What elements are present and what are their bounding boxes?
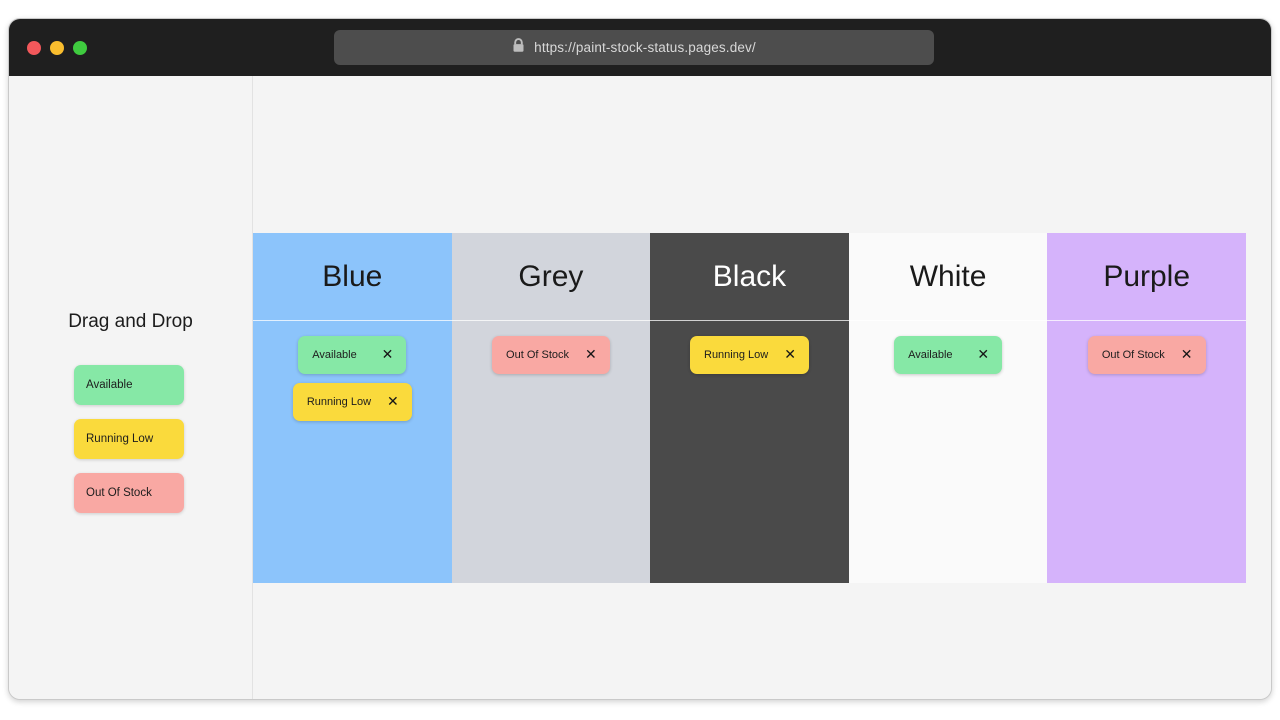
sidebar: Drag and Drop Available Running Low Out …	[9, 76, 253, 699]
status-chip-label: Running Low	[704, 349, 769, 361]
column-header-blue: Blue	[253, 233, 452, 321]
column-blue[interactable]: Blue Available ✕ Running Low ✕	[253, 233, 452, 583]
close-icon[interactable]: ✕	[585, 348, 597, 362]
page-content: Drag and Drop Available Running Low Out …	[9, 76, 1271, 699]
browser-window: https://paint-stock-status.pages.dev/ Dr…	[8, 18, 1272, 700]
palette-chip-label: Out Of Stock	[86, 487, 152, 499]
column-black[interactable]: Black Running Low ✕	[650, 233, 849, 583]
kanban-board: Blue Available ✕ Running Low ✕ Grey Out Of Sto…	[253, 233, 1246, 583]
column-grey[interactable]: Grey Out Of Stock ✕	[451, 233, 651, 583]
column-white[interactable]: White Available ✕	[848, 233, 1048, 583]
board-area: Blue Available ✕ Running Low ✕ Grey Out Of Sto…	[253, 76, 1271, 699]
column-header-white: White	[848, 233, 1048, 321]
status-chip[interactable]: Available ✕	[894, 336, 1003, 374]
status-chip-label: Out Of Stock	[506, 349, 569, 361]
palette-chip-out-of-stock[interactable]: Out Of Stock	[74, 473, 184, 513]
maximize-window-button[interactable]	[73, 40, 87, 55]
address-bar[interactable]: https://paint-stock-status.pages.dev/	[334, 30, 934, 65]
status-chip[interactable]: Running Low ✕	[292, 383, 412, 421]
window-controls	[27, 40, 87, 55]
column-purple[interactable]: Purple Out Of Stock ✕	[1047, 233, 1246, 583]
browser-title-bar: https://paint-stock-status.pages.dev/	[9, 19, 1271, 76]
close-icon[interactable]: ✕	[1181, 348, 1193, 362]
status-chip-label: Out Of Stock	[1101, 349, 1165, 361]
status-chip[interactable]: Out Of Stock ✕	[1087, 336, 1206, 374]
status-chip[interactable]: Available ✕	[298, 336, 407, 374]
column-header-grey: Grey	[451, 233, 651, 321]
close-icon[interactable]: ✕	[387, 395, 399, 409]
status-chip-label: Available	[312, 349, 357, 361]
palette-chip-available[interactable]: Available	[74, 365, 184, 405]
close-icon[interactable]: ✕	[784, 348, 796, 362]
lock-icon	[512, 37, 525, 58]
palette-chip-running-low[interactable]: Running Low	[74, 419, 184, 459]
status-chip-label: Running Low	[306, 396, 372, 408]
column-dropzone-white[interactable]: Available ✕	[849, 321, 1048, 583]
url-text: https://paint-stock-status.pages.dev/	[534, 40, 756, 55]
minimize-window-button[interactable]	[50, 40, 64, 55]
status-chip-label: Available	[908, 349, 953, 361]
palette-list: Available Running Low Out Of Stock	[74, 365, 184, 513]
column-dropzone-grey[interactable]: Out Of Stock ✕	[452, 321, 651, 583]
palette-chip-label: Running Low	[86, 433, 154, 445]
palette-chip-label: Available	[86, 379, 133, 391]
page-title: Drag and Drop	[68, 311, 193, 332]
status-chip[interactable]: Out Of Stock ✕	[492, 336, 610, 374]
close-icon[interactable]: ✕	[977, 348, 989, 362]
close-icon[interactable]: ✕	[382, 348, 394, 362]
column-header-purple: Purple	[1047, 233, 1246, 321]
column-header-black: Black	[650, 233, 849, 321]
status-chip[interactable]: Running Low ✕	[690, 336, 809, 374]
column-dropzone-purple[interactable]: Out Of Stock ✕	[1047, 321, 1246, 583]
close-window-button[interactable]	[27, 40, 41, 55]
column-dropzone-black[interactable]: Running Low ✕	[650, 321, 849, 583]
column-dropzone-blue[interactable]: Available ✕ Running Low ✕	[253, 321, 452, 583]
